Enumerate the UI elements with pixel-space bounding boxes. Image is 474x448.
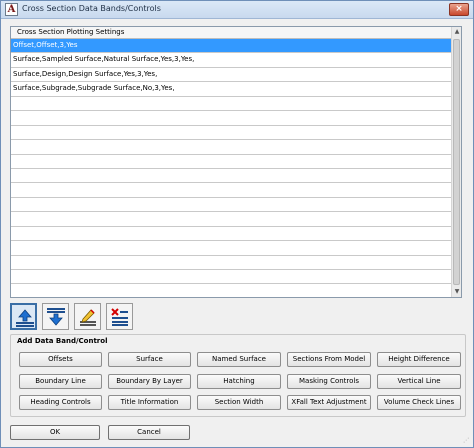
scroll-thumb[interactable] <box>453 39 460 285</box>
ok-button[interactable]: OK <box>10 425 100 440</box>
title-information-button[interactable]: Title Information <box>108 395 191 410</box>
table-row[interactable]: Offset,Offset,3,Yes <box>11 39 451 54</box>
row-text: Surface,Sampled Surface,Natural Surface,… <box>13 55 195 64</box>
move-down-button[interactable] <box>42 303 69 330</box>
named-surface-button[interactable]: Named Surface <box>197 352 281 367</box>
row-text: Surface,Design,Design Surface,Yes,3,Yes, <box>13 69 158 78</box>
edit-button[interactable] <box>74 303 101 330</box>
column-header[interactable]: Cross Section Plotting Settings <box>11 27 451 39</box>
offsets-button[interactable]: Offsets <box>19 352 102 367</box>
move-up-button[interactable] <box>10 303 37 330</box>
delete-button[interactable] <box>106 303 133 330</box>
window-title: Cross Section Data Bands/Controls <box>22 4 161 13</box>
masking-controls-button[interactable]: Masking Controls <box>287 374 371 389</box>
scroll-up-icon[interactable]: ▲ <box>452 27 461 37</box>
delete-icon <box>111 308 128 326</box>
table-row[interactable] <box>11 241 451 256</box>
table-row[interactable] <box>11 140 451 155</box>
move-down-icon <box>47 308 65 326</box>
row-toolbar <box>10 303 140 333</box>
volume-check-lines-button[interactable]: Volume Check Lines <box>377 395 461 410</box>
table-row[interactable] <box>11 111 451 126</box>
boundary-by-layer-button[interactable]: Boundary By Layer <box>108 374 191 389</box>
table-row[interactable] <box>11 198 451 213</box>
cancel-button[interactable]: Cancel <box>108 425 190 440</box>
heading-controls-button[interactable]: Heading Controls <box>19 395 102 410</box>
edit-icon <box>80 309 96 326</box>
height-difference-button[interactable]: Height Difference <box>377 352 461 367</box>
section-width-button[interactable]: Section Width <box>197 395 281 410</box>
boundary-line-button[interactable]: Boundary Line <box>19 374 102 389</box>
table-row[interactable] <box>11 284 451 297</box>
hatching-button[interactable]: Hatching <box>197 374 281 389</box>
table-row[interactable] <box>11 270 451 285</box>
table-row[interactable] <box>11 97 451 112</box>
close-button[interactable]: × <box>449 3 469 16</box>
sections-from-model-button[interactable]: Sections From Model <box>287 352 371 367</box>
plotting-settings-list[interactable]: Cross Section Plotting Settings Offset,O… <box>10 26 462 298</box>
table-row[interactable] <box>11 126 451 141</box>
move-up-icon <box>16 309 34 327</box>
row-text: Surface,Subgrade,Subgrade Surface,No,3,Y… <box>13 84 175 93</box>
surface-button[interactable]: Surface <box>108 352 191 367</box>
scroll-down-icon[interactable]: ▼ <box>452 287 461 297</box>
table-row[interactable] <box>11 169 451 184</box>
resize-grip-icon[interactable]: ⋰ <box>463 437 471 445</box>
table-row[interactable] <box>11 256 451 270</box>
list-rows: Offset,Offset,3,Yes Surface,Sampled Surfa… <box>11 39 451 297</box>
row-text: Offset,Offset,3,Yes <box>13 41 78 49</box>
vertical-line-button[interactable]: Vertical Line <box>377 374 461 389</box>
table-row[interactable] <box>11 183 451 198</box>
table-row[interactable]: Surface,Sampled Surface,Natural Surface,… <box>11 53 451 68</box>
dialog-window: A Cross Section Data Bands/Controls × Cr… <box>0 0 474 448</box>
xfall-text-adjustment-button[interactable]: XFall Text Adjustment <box>287 395 371 410</box>
vertical-scrollbar[interactable]: ▲ ▼ <box>451 27 461 297</box>
table-row[interactable] <box>11 212 451 227</box>
table-row[interactable]: Surface,Subgrade,Subgrade Surface,No,3,Y… <box>11 82 451 97</box>
add-data-band-group: Add Data Band/Control Offsets Surface Name… <box>10 334 466 417</box>
column-header-label: Cross Section Plotting Settings <box>17 28 125 36</box>
title-bar[interactable]: A Cross Section Data Bands/Controls × <box>1 1 473 19</box>
group-label: Add Data Band/Control <box>17 337 108 345</box>
table-row[interactable] <box>11 227 451 242</box>
app-icon: A <box>5 3 18 16</box>
table-row[interactable] <box>11 155 451 169</box>
table-row[interactable]: Surface,Design,Design Surface,Yes,3,Yes, <box>11 68 451 83</box>
